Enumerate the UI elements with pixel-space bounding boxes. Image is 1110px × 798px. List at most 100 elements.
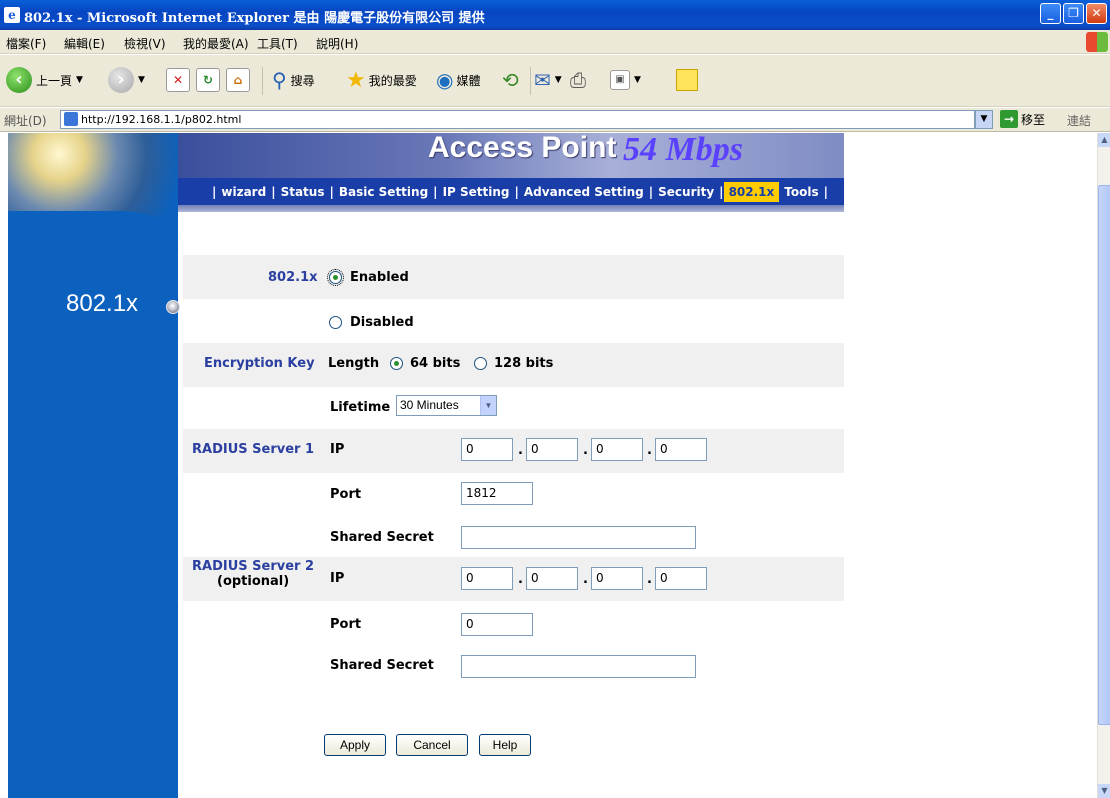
vertical-scrollbar[interactable]: ▲ ▼ bbox=[1097, 133, 1110, 798]
favorites-button[interactable]: ★ 我的最愛 bbox=[346, 65, 417, 95]
scroll-up-icon[interactable]: ▲ bbox=[1098, 133, 1110, 147]
search-icon: ⚲ bbox=[272, 68, 287, 92]
nav-status[interactable]: Status bbox=[276, 185, 330, 199]
help-button[interactable]: Help bbox=[479, 734, 531, 756]
url-input[interactable]: http://192.168.1.1/p802.html bbox=[60, 110, 975, 129]
length-label: Length bbox=[328, 356, 380, 371]
stop-button[interactable]: ✕ bbox=[166, 65, 190, 95]
disabled-label: Disabled bbox=[350, 315, 414, 330]
radius1-port-input[interactable]: 1812 bbox=[461, 482, 533, 505]
close-button[interactable]: ✕ bbox=[1086, 3, 1107, 24]
media-label: 媒體 bbox=[456, 73, 481, 88]
nav-security[interactable]: Security bbox=[653, 185, 719, 199]
menu-view[interactable]: 檢視(V) bbox=[124, 35, 166, 52]
edit-dropdown-icon[interactable]: ▼ bbox=[634, 75, 641, 85]
favorites-label: 我的最愛 bbox=[368, 73, 417, 88]
stop-icon: ✕ bbox=[166, 68, 190, 92]
lifetime-select[interactable]: 30 Minutes ▼ bbox=[396, 395, 497, 416]
forward-dropdown-icon[interactable]: ▼ bbox=[138, 75, 145, 85]
section-title: 802.1x bbox=[66, 290, 139, 317]
star-icon: ★ bbox=[346, 67, 366, 93]
radius2-secret-input[interactable] bbox=[461, 655, 696, 678]
home-icon: ⌂ bbox=[226, 68, 250, 92]
address-bar: 網址(D) http://192.168.1.1/p802.html ▼ → 移… bbox=[0, 108, 1110, 132]
media-icon: ◉ bbox=[436, 68, 454, 92]
print-icon: ⎙ bbox=[570, 68, 586, 92]
apply-button[interactable]: Apply bbox=[324, 734, 386, 756]
radius1-secret-input[interactable] bbox=[461, 526, 696, 549]
disabled-radio[interactable] bbox=[329, 316, 342, 329]
go-button[interactable]: → 移至 bbox=[1000, 110, 1045, 128]
radius1-ip-octet4[interactable]: 0 bbox=[655, 438, 707, 461]
sticky-note-button[interactable] bbox=[676, 65, 698, 95]
refresh-button[interactable]: ↻ bbox=[196, 65, 220, 95]
back-button[interactable]: ‹ 上一頁 ▼ bbox=[6, 65, 87, 95]
scroll-down-icon[interactable]: ▼ bbox=[1098, 784, 1110, 798]
radius2-ip-octet1[interactable]: 0 bbox=[461, 567, 513, 590]
windows-logo-icon bbox=[1086, 32, 1108, 52]
menu-bar: 檔案(F) 編輯(E) 檢視(V) 我的最愛(A) 工具(T) 說明(H) bbox=[0, 30, 1110, 54]
nav-advanced-setting[interactable]: Advanced Setting bbox=[519, 185, 649, 199]
radius1-ip-octet3[interactable]: 0 bbox=[591, 438, 643, 461]
radius2-ip-octet3[interactable]: 0 bbox=[591, 567, 643, 590]
links-label[interactable]: 連結 bbox=[1067, 112, 1091, 129]
address-dropdown-icon[interactable]: ▼ bbox=[975, 110, 993, 129]
back-label: 上一頁 bbox=[36, 73, 73, 88]
standard-toolbar: ‹ 上一頁 ▼ › ▼ ✕ ↻ ⌂ ⚲ 搜尋 ★ 我的最愛 ◉ 媒體 ⟲ ✉ ▼… bbox=[0, 55, 1110, 107]
minimize-button[interactable]: _ bbox=[1040, 3, 1061, 24]
top-nav: | wizard | Status | Basic Setting | IP Setti… bbox=[178, 178, 844, 205]
history-button[interactable]: ⟲ bbox=[502, 65, 519, 95]
length-128-label: 128 bits bbox=[494, 356, 554, 371]
nav-tools[interactable]: Tools bbox=[779, 185, 823, 199]
nav-ip-setting[interactable]: IP Setting bbox=[438, 185, 515, 199]
menu-favorites[interactable]: 我的最愛(A) bbox=[183, 35, 249, 52]
back-dropdown-icon[interactable]: ▼ bbox=[76, 75, 83, 85]
back-arrow-icon: ‹ bbox=[6, 67, 32, 93]
radius2-port-label: Port bbox=[330, 617, 362, 632]
menu-file[interactable]: 檔案(F) bbox=[6, 35, 46, 52]
radius2-port-input[interactable]: 0 bbox=[461, 613, 533, 636]
nav-wizard[interactable]: wizard bbox=[216, 185, 271, 199]
lifetime-value: 30 Minutes bbox=[400, 398, 459, 412]
mail-button[interactable]: ✉ ▼ bbox=[534, 65, 566, 95]
toolbar-divider bbox=[262, 67, 263, 95]
radius1-port-label: Port bbox=[330, 487, 362, 502]
search-label: 搜尋 bbox=[290, 73, 315, 88]
nav-basic-setting[interactable]: Basic Setting bbox=[334, 185, 433, 199]
menu-edit[interactable]: 編輯(E) bbox=[64, 35, 105, 52]
edit-button[interactable]: ▣ ▼ bbox=[610, 65, 645, 95]
radius1-ip-octet1[interactable]: 0 bbox=[461, 438, 513, 461]
length-128-radio[interactable] bbox=[474, 357, 487, 370]
radius1-ip-octet2[interactable]: 0 bbox=[526, 438, 578, 461]
print-button[interactable]: ⎙ bbox=[570, 65, 586, 95]
length-64-radio[interactable] bbox=[390, 357, 403, 370]
radius2-ip-octet2[interactable]: 0 bbox=[526, 567, 578, 590]
chevron-down-icon: ▼ bbox=[480, 396, 496, 415]
enabled-radio[interactable] bbox=[327, 269, 344, 286]
cancel-button[interactable]: Cancel bbox=[396, 734, 468, 756]
forward-button[interactable]: › ▼ bbox=[108, 65, 149, 95]
nav-8021x[interactable]: 802.1x bbox=[723, 181, 780, 202]
window-title-bar: e 802.1x - Microsoft Internet Explorer 是… bbox=[0, 0, 1110, 30]
brand-title: Access Point bbox=[428, 133, 617, 164]
mail-dropdown-icon[interactable]: ▼ bbox=[555, 75, 562, 85]
media-button[interactable]: ◉ 媒體 bbox=[436, 65, 480, 95]
radius1-secret-label: Shared Secret bbox=[330, 530, 434, 545]
menu-tools[interactable]: 工具(T) bbox=[257, 35, 298, 52]
radius2-ip-label: IP bbox=[330, 571, 345, 586]
go-arrow-icon: → bbox=[1000, 110, 1018, 128]
refresh-icon: ↻ bbox=[196, 68, 220, 92]
maximize-button[interactable]: ❐ bbox=[1063, 3, 1084, 24]
radius2-ip-octet4[interactable]: 0 bbox=[655, 567, 707, 590]
url-text: http://192.168.1.1/p802.html bbox=[81, 113, 242, 126]
scrollbar-thumb[interactable] bbox=[1098, 185, 1110, 725]
forward-arrow-icon: › bbox=[108, 67, 134, 93]
ie-app-icon: e bbox=[4, 7, 20, 23]
lifetime-label: Lifetime bbox=[330, 400, 391, 415]
bullet-orb-icon bbox=[166, 300, 180, 314]
speed-logo: 54 Mbps bbox=[623, 133, 743, 168]
radius1-ip-label: IP bbox=[330, 442, 345, 457]
home-button[interactable]: ⌂ bbox=[226, 65, 250, 95]
menu-help[interactable]: 說明(H) bbox=[316, 35, 358, 52]
search-button[interactable]: ⚲ 搜尋 bbox=[272, 65, 315, 95]
